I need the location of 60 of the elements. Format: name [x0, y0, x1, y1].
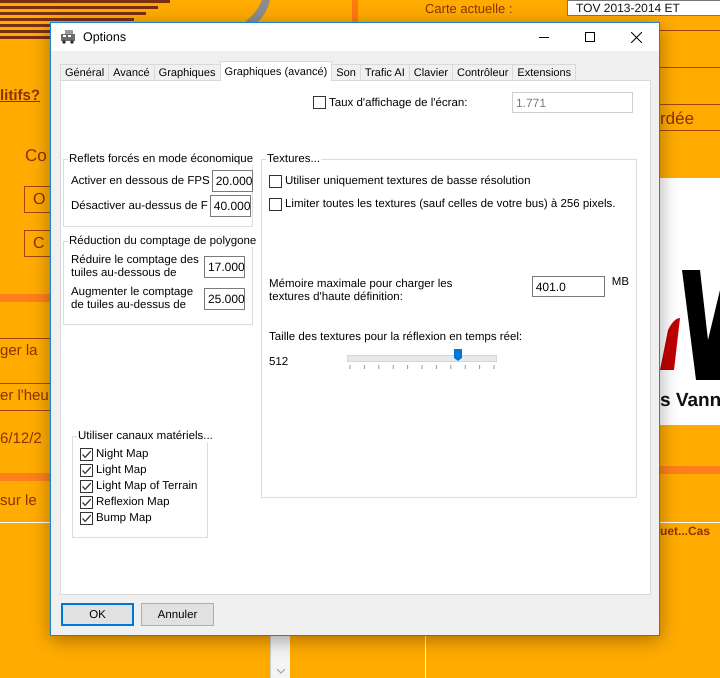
- tab[interactable]: Extensions: [512, 64, 576, 81]
- checkbox[interactable]: [80, 496, 93, 508]
- bus-icon: [60, 30, 76, 44]
- menu-item[interactable]: ger la: [0, 342, 38, 359]
- tab[interactable]: Graphiques (avancé): [220, 61, 332, 81]
- checkbox[interactable]: [80, 464, 93, 476]
- checkbox[interactable]: [269, 174, 282, 188]
- input-field[interactable]: 401.0: [532, 276, 605, 297]
- chevron-down-icon: [276, 669, 284, 674]
- checkbox-label: Taux d'affichage de l'écran:: [329, 96, 468, 108]
- group-title: Utiliser canaux matériels...: [77, 430, 214, 442]
- input-field[interactable]: 25.000: [204, 288, 245, 310]
- logo-text: s Vann: [660, 390, 720, 412]
- field-label: Désactiver au-dessus de F: [71, 200, 208, 212]
- map-field[interactable]: TOV 2013-2014 ET: [567, 0, 720, 16]
- map-label: Carte actuelle :: [425, 1, 512, 16]
- input-field[interactable]: 17.000: [204, 256, 245, 278]
- field-label: Taille des textures pour la réflexion en temps réel:: [269, 331, 524, 343]
- maximize-icon: [585, 32, 595, 42]
- news-link[interactable]: uet...Cas: [660, 524, 710, 538]
- slider[interactable]: [347, 351, 497, 371]
- menu-text: rdée: [660, 109, 694, 129]
- checkbox[interactable]: [80, 448, 93, 460]
- field-label: Réduire le comptage des tuiles au-dessous de: [71, 254, 199, 280]
- window-title: Options: [83, 30, 128, 44]
- close-icon: [630, 32, 642, 42]
- group-title: Reflets forcés en mode économique: [68, 153, 254, 165]
- checkbox-label: Light Map: [96, 464, 147, 476]
- field-label: Activer en dessous de FPS: [71, 175, 210, 187]
- date-text: 6/12/2: [0, 430, 42, 447]
- scrollbar[interactable]: [270, 636, 290, 678]
- checkbox-label: Light Map of Terrain: [96, 480, 198, 492]
- checkbox-label: Bump Map: [96, 512, 152, 524]
- slider-value: 512: [269, 356, 290, 368]
- tab[interactable]: Graphiques: [154, 64, 221, 81]
- menu-item[interactable]: er l'heu: [0, 387, 49, 404]
- checkbox[interactable]: [80, 512, 93, 524]
- checkbox[interactable]: [269, 198, 282, 210]
- checkbox-label: Night Map: [96, 448, 148, 460]
- unit-label: MB: [612, 276, 629, 288]
- link[interactable]: litifs?: [0, 87, 40, 104]
- banner-strip: [0, 473, 50, 481]
- field-label: Mémoire maximale pour charger les textures d'haute définition:: [269, 278, 454, 304]
- banner-strip: [660, 466, 720, 474]
- dialog-button[interactable]: Annuler: [141, 603, 214, 626]
- section-heading: Co: [25, 146, 47, 166]
- group-title: Réduction du comptage de polygone: [68, 235, 258, 247]
- checkbox-label: Limiter toutes les textures (sauf celles de votre bus) à 256 pixels.: [285, 198, 616, 210]
- dialog-button[interactable]: OK: [61, 603, 134, 626]
- tab[interactable]: Général: [60, 64, 110, 81]
- checkbox[interactable]: [80, 480, 93, 492]
- input-field[interactable]: 40.000: [210, 195, 251, 217]
- checkbox-label: Reflexion Map: [96, 496, 170, 508]
- menu-item[interactable]: sur le: [0, 492, 37, 509]
- banner-strip: [352, 0, 358, 22]
- group-title: Textures...: [266, 153, 322, 165]
- input-field[interactable]: 20.000: [212, 170, 253, 192]
- field-label: Augmenter le comptage de tuiles au-dessus de: [71, 286, 194, 312]
- banner-strip: [0, 294, 50, 302]
- checkbox-label: Utiliser uniquement textures de basse résolution: [285, 175, 530, 187]
